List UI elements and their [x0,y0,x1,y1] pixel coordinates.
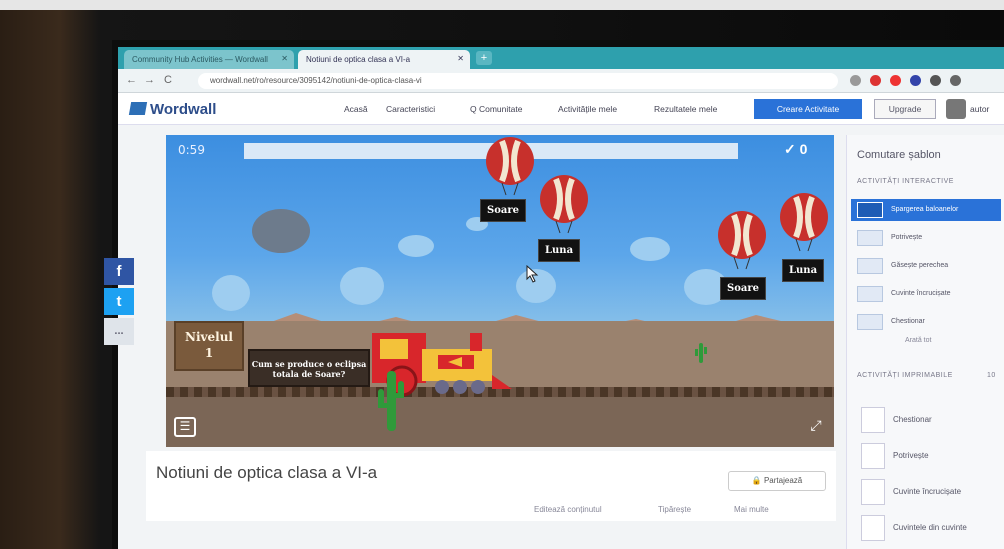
template-crossword[interactable]: Cuvinte încrucișate [851,283,1001,305]
level-sign: Nivelul 1 [174,321,244,371]
more-dropdown[interactable]: Mai multe [734,505,769,514]
tab-inactive[interactable]: Community Hub Activities — Wordwall ✕ [124,50,294,69]
level-number: 1 [204,346,214,360]
avatar[interactable] [946,99,966,119]
printable-quiz[interactable]: Chestionar [861,405,1001,435]
printable-icon [861,515,885,541]
nav-features[interactable]: Caracteristici [386,104,435,114]
printable-icon [861,443,885,469]
extension-icon[interactable] [890,75,901,86]
template-match-up[interactable]: Potrivește [851,227,1001,249]
close-icon[interactable]: ✕ [281,54,288,63]
tab-active[interactable]: Notiuni de optica clasa a VI-a ✕ [298,50,470,69]
hot-air-balloon[interactable] [538,175,590,237]
cactus-icon [378,371,404,431]
desert-foreground [166,395,834,447]
nav-my-activities[interactable]: Activitățile mele [558,104,617,114]
extension-icon[interactable] [910,75,921,86]
question-text: Cum se produce o eclipsa totala de Soare… [251,359,367,379]
template-icon [857,286,883,302]
dark-cloud [252,209,310,253]
level-label: Nivelul [185,330,233,344]
activity-info: Notiuni de optica clasa a VI-a 🔒 Partaje… [146,451,836,521]
url-field[interactable]: wordwall.net/ro/resource/3095142/notiuni… [198,73,838,89]
template-balloon-pop[interactable]: Spargerea baloanelor [851,199,1001,221]
template-quiz[interactable]: Chestionar [851,311,1001,333]
printable-icon [861,407,885,433]
printable-crossword[interactable]: Cuvinte încrucișate [861,477,1001,507]
printable-match-up[interactable]: Potrivește [861,441,1001,471]
reload-icon[interactable]: C [164,74,172,86]
upgrade-button[interactable]: Upgrade [874,99,936,119]
template-switcher-panel: Comutare șablon ACTIVITĂȚI INTERACTIVE S… [846,135,1004,549]
printable-section-heading: ACTIVITĂȚI IMPRIMABILE [857,372,953,379]
edit-content-link[interactable]: Editează conținutul [534,505,602,514]
interactive-section-heading: ACTIVITĂȚI INTERACTIVE [857,178,954,185]
question-wagon: Cum se produce o eclipsa totala de Soare… [248,349,370,387]
tab-strip: Community Hub Activities — Wordwall ✕ No… [118,47,1004,69]
nav-home[interactable]: Acasă [344,104,368,114]
nav-my-results[interactable]: Rezultatele mele [654,104,717,114]
game-canvas[interactable]: 0:59 ✓ 0 Soare Luna Soare Luna Nivelul 1… [166,135,834,447]
site-header: Wordwall Acasă Caracteristici Q Comunita… [118,93,1004,125]
twitter-share-button[interactable]: t [104,288,134,315]
extension-icon[interactable] [870,75,881,86]
logo-icon [128,102,148,115]
create-activity-button[interactable]: Creare Activitate [754,99,862,119]
extension-icon[interactable] [930,75,941,86]
wordwall-logo[interactable]: Wordwall [128,101,216,118]
cloud [398,235,434,257]
browser-screen: Community Hub Activities — Wordwall ✕ No… [118,47,1004,549]
mouse-cursor-icon [526,265,539,283]
hot-air-balloon[interactable] [484,137,536,199]
panel-title: Comutare șablon [857,149,941,161]
printable-icon [861,479,885,505]
address-bar-row: ← → C wordwall.net/ro/resource/3095142/n… [118,69,1004,93]
answer-balloon-label[interactable]: Luna [782,259,825,282]
back-icon[interactable]: ← [126,74,137,86]
menu-icon[interactable]: ☰ [174,417,196,437]
activity-title: Notiuni de optica clasa a VI-a [156,463,378,482]
answer-balloon-label[interactable]: Luna [538,239,581,262]
fullscreen-icon[interactable]: ⤢ [806,417,826,437]
hot-air-balloon[interactable] [778,193,830,255]
printable-count: 10 [987,372,996,379]
template-icon [857,258,883,274]
tab-label: Community Hub Activities — Wordwall [132,55,268,64]
username[interactable]: autor [970,104,989,114]
new-tab-button[interactable]: + [476,51,492,65]
timer: 0:59 [178,143,205,157]
nav-community[interactable]: Q Comunitate [470,104,522,114]
tab-label: Notiuni de optica clasa a VI-a [306,55,411,64]
more-share-button[interactable]: ... [104,318,134,345]
show-all-link[interactable]: Arată tot [905,337,931,344]
close-icon[interactable]: ✕ [457,54,464,63]
cactus-icon [695,343,707,363]
answer-balloon-label[interactable]: Soare [480,199,527,222]
cloud [630,237,670,261]
template-find-match[interactable]: Găsește perechea [851,255,1001,277]
template-icon [857,230,883,246]
printable-word-search[interactable]: Cuvintele din cuvinte [861,513,1001,543]
profile-icon[interactable] [950,75,961,86]
photo-top-edge [0,0,1004,10]
score-counter: ✓ 0 [784,141,808,157]
hot-air-balloon[interactable] [716,211,768,273]
star-icon[interactable] [850,75,861,86]
facebook-share-button[interactable]: f [104,258,134,285]
template-icon [857,202,883,218]
share-button[interactable]: 🔒 Partajează [728,471,826,491]
print-link[interactable]: Tipărește [658,505,691,514]
template-icon [857,314,883,330]
forward-icon[interactable]: → [144,74,155,86]
